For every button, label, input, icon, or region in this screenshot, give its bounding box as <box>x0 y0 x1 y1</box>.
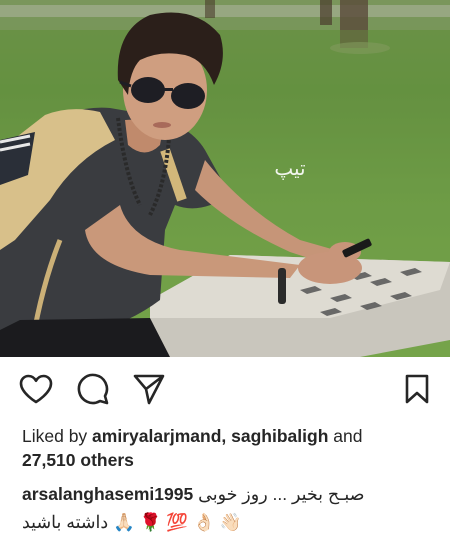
liker-username-2[interactable]: saghibaligh <box>231 426 328 446</box>
likes-separator: , <box>221 426 232 446</box>
post-image <box>0 0 450 357</box>
liker-username-1[interactable]: amiryalarjmand <box>92 426 221 446</box>
caption-username[interactable]: arsalanghasemi1995 <box>22 484 193 504</box>
heart-icon[interactable] <box>18 371 54 407</box>
post-caption: arsalanghasemi1995 صبـح بخیر ... روز خوب… <box>22 482 432 534</box>
comment-icon[interactable] <box>75 371 111 407</box>
post-photo[interactable]: تیپ <box>0 0 450 357</box>
likes-prefix: Liked by <box>22 426 93 446</box>
likes-others-count[interactable]: 27,510 others <box>22 450 134 470</box>
bookmark-icon[interactable] <box>399 371 435 407</box>
send-icon[interactable] <box>131 371 167 407</box>
caption-text-line1: صبـح بخیر ... روز خوبی <box>198 484 365 504</box>
likes-summary[interactable]: Liked by amiryalarjmand, saghibaligh and… <box>22 424 432 472</box>
likes-and: and <box>328 426 363 446</box>
post-action-bar <box>0 357 450 419</box>
caption-text-line2: 👋🏻 👌🏻 💯 🌹 🙏🏻 داشته باشید <box>22 512 242 532</box>
watermark-signature: تیپ <box>274 156 306 180</box>
